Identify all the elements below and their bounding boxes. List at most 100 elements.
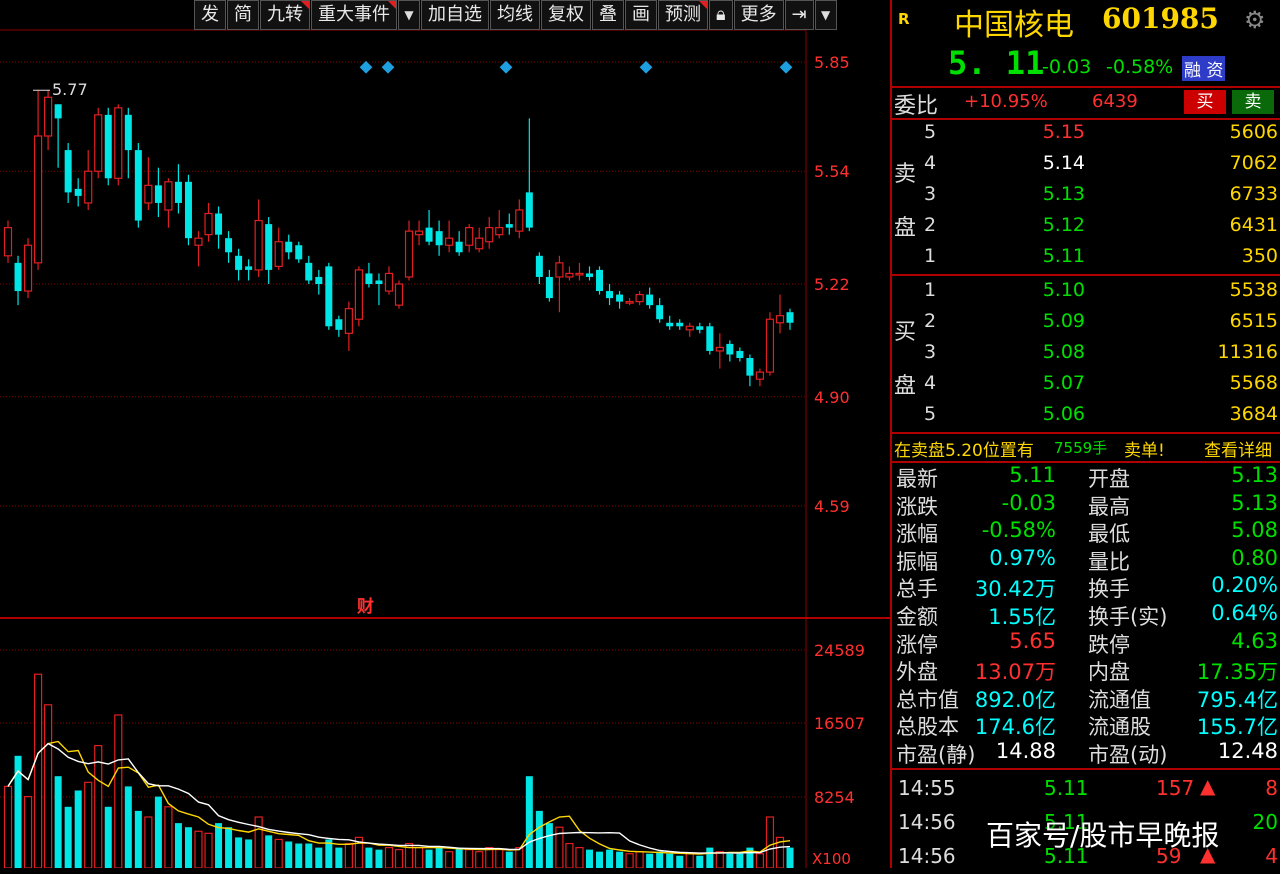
ask-row[interactable]: 1 5.11 350 — [892, 242, 1280, 273]
volume-bar — [786, 847, 794, 868]
gear-icon[interactable]: ⚙ — [1244, 6, 1266, 34]
stat-value: 1.55亿 — [988, 605, 1056, 629]
stat-value: -0.03 — [1001, 490, 1056, 515]
tick-time: 14:56 — [898, 810, 956, 834]
ask-row[interactable]: 2 5.12 6431 — [892, 211, 1280, 242]
ask-level: 3 — [924, 183, 937, 205]
stat-value: 174.6亿 — [974, 715, 1056, 740]
candle-body — [525, 192, 533, 228]
candle-body — [245, 266, 253, 270]
bid-row[interactable]: 4 5.07 5568 — [892, 369, 1280, 400]
bid-level: 5 — [924, 403, 937, 425]
volume-bar — [646, 853, 654, 868]
notice-detail-link[interactable]: 查看详细 — [1204, 436, 1272, 461]
volume-bar — [245, 839, 253, 868]
toolbar-draw-button[interactable]: 画 — [625, 0, 657, 30]
volume-bar — [755, 853, 765, 868]
candle-body — [666, 322, 674, 327]
ask-row[interactable]: 5 5.15 5606 — [892, 118, 1280, 149]
toolbar-jiuzhuan-button[interactable]: 九转 — [260, 0, 310, 30]
bid-row[interactable]: 1 5.10 5538 — [892, 276, 1280, 307]
bid-volume: 6515 — [1229, 310, 1278, 332]
stat-row: 总股本 174.6亿 流通股 155.7亿 — [892, 710, 1280, 740]
toolbar-jian-button[interactable]: 简 — [227, 0, 259, 30]
stat-label: 跌停 — [1088, 632, 1130, 657]
kline-chart-area[interactable]: 5.85 5.54 5.22 4.90 4.59 24589 16507 8254 X100 5.… — [0, 0, 890, 868]
ask-level: 2 — [924, 214, 937, 236]
candle-body — [485, 227, 494, 243]
arrow-exit-icon[interactable]: ⇥ — [784, 0, 814, 30]
toolbar-ma-button[interactable]: 均线 — [490, 0, 540, 30]
stat-label: 金额 — [896, 605, 938, 629]
toolbar-major-events-button[interactable]: 重大事件 — [311, 0, 397, 30]
event-diamond-icon[interactable] — [779, 60, 793, 74]
candle-body — [154, 185, 162, 203]
toolbar-add-watchlist-button[interactable]: 加自选 — [421, 0, 489, 30]
volume-bar — [726, 853, 734, 868]
quote-header: R 中国核电 601985 ⚙ — [892, 0, 1280, 44]
stat-value: 5.13 — [1231, 463, 1278, 487]
stat-value: 0.97% — [989, 545, 1056, 570]
stat-value: 4.63 — [1231, 628, 1278, 653]
weibi-value: +10.95% — [964, 91, 1048, 112]
event-diamond-icon[interactable] — [359, 60, 373, 74]
volume-bar — [696, 855, 704, 868]
ask-row[interactable]: 3 5.13 6733 — [892, 180, 1280, 211]
stat-value: 892.0亿 — [974, 687, 1056, 712]
candle-body — [656, 305, 664, 320]
buy-button[interactable]: 买 — [1184, 90, 1226, 114]
volume-bar — [295, 843, 303, 868]
candle-body — [545, 276, 553, 299]
big-order-notice[interactable]: 在卖盘5.20位置有 7559手 卖单! 查看详细 — [892, 434, 1280, 461]
notice-text: 在卖盘5.20位置有 — [894, 441, 1034, 461]
candle-body — [375, 280, 383, 284]
stock-code: 601985 — [1102, 2, 1219, 35]
toolbar-overlay-button[interactable]: 叠 — [592, 0, 624, 30]
event-diamond-icon[interactable] — [639, 60, 653, 74]
candle-body — [14, 262, 22, 292]
finance-mark[interactable]: 财 — [356, 596, 374, 617]
candle-body — [295, 245, 303, 260]
candle-body — [114, 107, 123, 179]
sell-button[interactable]: 卖 — [1232, 90, 1274, 114]
volume-bar — [254, 816, 263, 868]
volume-bar — [174, 823, 182, 868]
bid-row[interactable]: 3 5.08 11316 — [892, 338, 1280, 369]
stat-row: 金额 1.55亿 换手(实) 0.64% — [892, 600, 1280, 629]
toolbar-fa-button[interactable]: 发 — [194, 0, 226, 30]
stat-value: 13.07万 — [974, 660, 1056, 685]
lock-icon[interactable]: 🔒︎ — [709, 0, 733, 30]
stat-row: 涨停 5.65 跌停 4.63 — [892, 628, 1280, 657]
chevron-down-icon[interactable]: ▼ — [814, 0, 837, 30]
bid-row[interactable]: 5 5.06 3684 — [892, 400, 1280, 431]
bid-volume: 11316 — [1217, 341, 1278, 363]
stat-row: 最新 5.11 开盘 5.13 — [892, 462, 1280, 491]
last-price: 5. 11 — [948, 44, 1045, 82]
event-diamond-icon[interactable] — [499, 60, 513, 74]
toolbar-forecast-button[interactable]: 预测 — [658, 0, 708, 30]
volume-bar — [525, 776, 533, 868]
stat-label: 涨幅 — [896, 522, 938, 547]
price-tick-label: 5.22 — [814, 275, 850, 294]
weibi-row: 委比 +10.95% 6439 买 卖 — [892, 88, 1280, 119]
stat-row: 涨跌 -0.03 最高 5.13 — [892, 490, 1280, 519]
ask-row[interactable]: 4 5.14 7062 — [892, 149, 1280, 180]
chevron-down-icon[interactable]: ▼ — [398, 0, 420, 30]
toolbar-more-button[interactable]: 更多 — [733, 0, 784, 30]
volume-bar — [715, 851, 724, 868]
weibi-label: 委比 — [894, 94, 939, 119]
volume-bar — [274, 838, 283, 868]
r-badge: R — [898, 10, 910, 28]
candle-body — [575, 272, 584, 276]
volume-bar — [64, 806, 72, 868]
ask-price: 5.12 — [1042, 214, 1085, 236]
bid-row[interactable]: 2 5.09 6515 — [892, 307, 1280, 338]
stat-value: 5.11 — [1009, 463, 1056, 487]
volume-bar — [365, 847, 373, 868]
toolbar-adjust-button[interactable]: 复权 — [541, 0, 591, 30]
kline-chart[interactable]: 5.85 5.54 5.22 4.90 4.59 24589 16507 8254 X100 5.… — [0, 0, 890, 868]
candle-body — [235, 255, 243, 270]
stat-row: 涨幅 -0.58% 最低 5.08 — [892, 517, 1280, 547]
volume-bar — [124, 786, 132, 868]
event-diamond-icon[interactable] — [381, 60, 395, 74]
